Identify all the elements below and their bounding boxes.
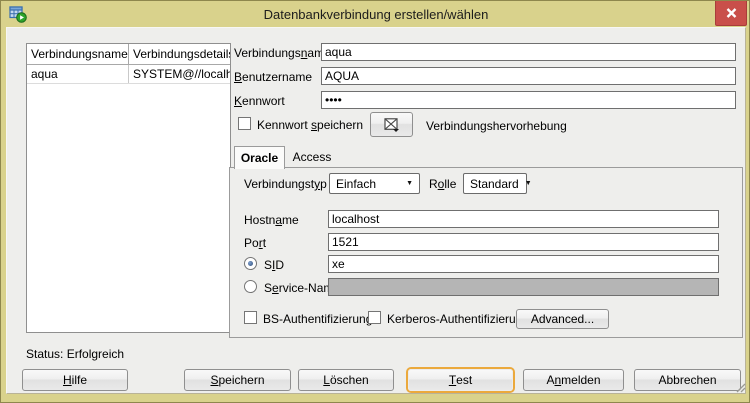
hostname-input[interactable] — [328, 210, 719, 228]
chevron-down-icon: ▼ — [525, 180, 532, 187]
os-authentication-label: BS-Authentifizierung — [263, 312, 372, 326]
os-authentication-checkbox[interactable] — [244, 311, 257, 324]
connection-type-label: Verbindungstyp — [244, 177, 327, 191]
connection-table-header: Verbindungsname Verbindungsdetails — [27, 44, 230, 65]
window-title: Datenbankverbindung erstellen/wählen — [1, 7, 750, 22]
save-password-label: Kennwort speichern — [257, 118, 363, 132]
sid-label: SID — [264, 258, 284, 272]
kerberos-authentication-label: Kerberos-Authentifizierung — [387, 312, 529, 326]
connection-type-dropdown[interactable]: Einfach ▼ — [329, 173, 420, 194]
sid-input[interactable] — [328, 255, 719, 273]
connection-name-label: Verbindungsname — [234, 46, 331, 60]
cell-connection-name: aqua — [27, 65, 129, 83]
connect-button[interactable]: Anmelden — [523, 369, 624, 391]
role-label: Rolle — [429, 177, 456, 191]
kerberos-authentication-checkbox[interactable] — [368, 311, 381, 324]
password-label: Kennwort — [234, 94, 285, 108]
column-header-details[interactable]: Verbindungsdetails — [129, 44, 230, 64]
tab-oracle[interactable]: Oracle — [234, 146, 285, 169]
hostname-label: Hostname — [244, 213, 299, 227]
port-input[interactable] — [328, 233, 719, 251]
connection-table[interactable]: Verbindungsname Verbindungsdetails aqua … — [26, 43, 231, 333]
save-button[interactable]: Speichern — [184, 369, 291, 391]
role-value: Standard — [470, 177, 519, 191]
help-button[interactable]: Hilfe — [22, 369, 128, 391]
tab-access[interactable]: Access — [285, 146, 339, 168]
cell-connection-details: SYSTEM@//localh... — [129, 65, 230, 83]
resize-grip[interactable] — [735, 382, 746, 393]
connection-color-button[interactable] — [370, 112, 413, 137]
no-color-icon — [384, 118, 400, 132]
password-input[interactable] — [321, 91, 736, 109]
test-button[interactable]: Test — [408, 369, 513, 391]
chevron-down-icon: ▼ — [406, 180, 413, 187]
delete-button[interactable]: Löschen — [298, 369, 394, 391]
sid-radio[interactable] — [244, 257, 257, 270]
table-row[interactable]: aqua SYSTEM@//localh... — [27, 65, 230, 84]
service-name-input — [328, 278, 719, 296]
column-header-name[interactable]: Verbindungsname — [27, 44, 129, 64]
close-icon — [726, 8, 737, 18]
dialog-window: Datenbankverbindung erstellen/wählen Ver… — [0, 0, 750, 403]
port-label: Port — [244, 236, 266, 250]
connection-highlight-label: Verbindungshervorhebung — [426, 119, 567, 133]
title-bar[interactable]: Datenbankverbindung erstellen/wählen — [1, 1, 750, 27]
save-password-checkbox[interactable] — [238, 117, 251, 130]
role-dropdown[interactable]: Standard ▼ — [463, 173, 527, 194]
connection-name-input[interactable] — [321, 43, 736, 61]
advanced-button[interactable]: Advanced... — [516, 309, 609, 329]
status-text: Status: Erfolgreich — [26, 347, 124, 361]
connection-type-value: Einfach — [336, 177, 376, 191]
service-name-radio[interactable] — [244, 280, 257, 293]
cancel-button[interactable]: Abbrechen — [634, 369, 741, 391]
close-button[interactable] — [715, 1, 747, 26]
username-input[interactable] — [321, 67, 736, 85]
username-label: Benutzername — [234, 70, 312, 84]
